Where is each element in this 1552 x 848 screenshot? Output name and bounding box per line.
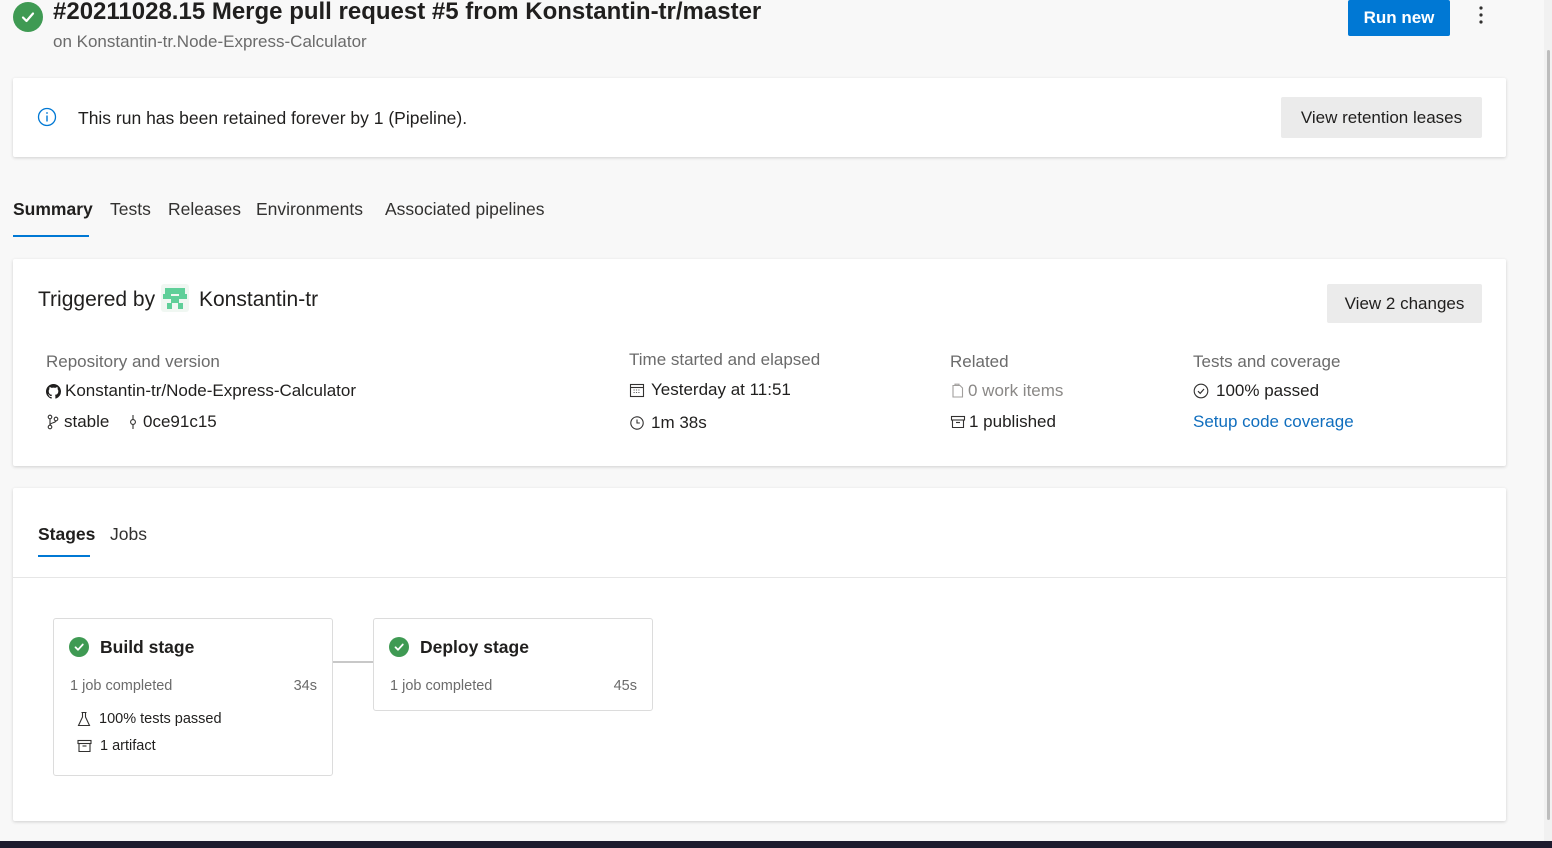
deploy-stage-name: Deploy stage bbox=[420, 637, 529, 657]
build-stage-artifacts[interactable]: 1 artifact bbox=[77, 738, 156, 754]
commit-hash: 0ce91c15 bbox=[143, 412, 217, 431]
view-retention-leases-button[interactable]: View retention leases bbox=[1281, 97, 1482, 138]
commit-info[interactable]: 0ce91c15 bbox=[127, 412, 217, 432]
run-status-success-icon bbox=[13, 2, 43, 32]
tab-jobs[interactable]: Jobs bbox=[110, 524, 147, 545]
work-item-icon bbox=[950, 383, 965, 399]
summary-card: Triggered by Konstantin-tr View 2 change… bbox=[13, 259, 1506, 466]
run-new-button[interactable]: Run new bbox=[1348, 0, 1450, 36]
time-label: Time started and elapsed bbox=[629, 350, 821, 369]
tests-passed[interactable]: 100% passed bbox=[1193, 381, 1319, 401]
tab-tests[interactable]: Tests bbox=[110, 199, 151, 220]
setup-code-coverage-link[interactable]: Setup code coverage bbox=[1193, 412, 1354, 432]
time-elapsed-value: 1m 38s bbox=[651, 413, 707, 432]
deploy-stage-jobs: 1 job completed bbox=[390, 678, 493, 694]
tests-coverage-label: Tests and coverage bbox=[1193, 352, 1341, 371]
triggered-by-label: Triggered by bbox=[38, 288, 156, 311]
view-changes-label: View 2 changes bbox=[1344, 293, 1465, 313]
tab-associated-pipelines[interactable]: Associated pipelines bbox=[385, 199, 545, 220]
calendar-icon bbox=[629, 382, 645, 398]
view-retention-leases-label: View retention leases bbox=[1300, 107, 1463, 127]
user-avatar[interactable] bbox=[161, 284, 189, 312]
time-elapsed: 1m 38s bbox=[629, 413, 707, 433]
vertical-scrollbar[interactable] bbox=[1544, 0, 1552, 848]
check-circle-icon bbox=[1193, 383, 1209, 399]
view-changes-button[interactable]: View 2 changes bbox=[1327, 284, 1482, 323]
page-title: #20211028.15 Merge pull request #5 from … bbox=[53, 0, 762, 25]
artifact-icon bbox=[950, 414, 966, 430]
tests-passed-value: 100% passed bbox=[1216, 381, 1320, 400]
tab-summary-underline bbox=[13, 235, 89, 237]
retention-banner: This run has been retained forever by 1 … bbox=[13, 78, 1506, 157]
repository-link[interactable]: Konstantin-tr/Node-Express-Calculator bbox=[46, 381, 356, 401]
commit-icon bbox=[127, 414, 139, 430]
deploy-stage-duration: 45s bbox=[613, 678, 637, 694]
published-value: 1 published bbox=[969, 412, 1056, 431]
repository-name: Konstantin-tr/Node-Express-Calculator bbox=[65, 381, 357, 400]
retention-text: This run has been retained forever by 1 … bbox=[78, 108, 468, 128]
time-started: Yesterday at 11:51 bbox=[629, 380, 791, 400]
tab-stages[interactable]: Stages bbox=[38, 524, 95, 545]
scrollbar-thumb[interactable] bbox=[1547, 50, 1550, 820]
artifact-icon bbox=[77, 739, 92, 753]
tab-stages-underline bbox=[38, 555, 90, 557]
bottom-taskbar-strip bbox=[0, 841, 1552, 848]
build-stage-tests-value: 100% tests passed bbox=[99, 711, 222, 727]
build-stage-artifacts-value: 1 artifact bbox=[100, 738, 156, 754]
stage-connector bbox=[333, 661, 373, 663]
build-stage-card[interactable]: Build stage 1 job completed 34s 100% tes… bbox=[53, 618, 333, 776]
flask-icon bbox=[77, 711, 91, 727]
deploy-stage-success-icon bbox=[389, 637, 409, 657]
work-items-value: 0 work items bbox=[968, 381, 1064, 400]
build-stage-success-icon bbox=[69, 637, 89, 657]
branch-name: stable bbox=[64, 412, 110, 431]
build-stage-name: Build stage bbox=[100, 637, 195, 657]
pipeline-subtitle[interactable]: on Konstantin-tr.Node-Express-Calculator bbox=[53, 32, 367, 52]
info-icon bbox=[37, 107, 57, 127]
clock-icon bbox=[629, 415, 645, 431]
tab-environments[interactable]: Environments bbox=[256, 199, 363, 220]
run-new-label: Run new bbox=[1363, 8, 1435, 27]
time-started-value: Yesterday at 11:51 bbox=[651, 380, 791, 399]
published-artifacts[interactable]: 1 published bbox=[950, 412, 1056, 432]
build-stage-jobs: 1 job completed bbox=[70, 678, 173, 694]
tab-summary[interactable]: Summary bbox=[13, 199, 93, 220]
related-label: Related bbox=[950, 352, 1009, 371]
stages-divider bbox=[13, 577, 1506, 578]
branch-info[interactable]: stable bbox=[46, 412, 109, 432]
deploy-stage-card[interactable]: Deploy stage 1 job completed 45s bbox=[373, 618, 653, 711]
stages-card: Stages Jobs Build stage 1 job completed … bbox=[13, 488, 1506, 821]
work-items: 0 work items bbox=[950, 381, 1063, 401]
build-stage-tests[interactable]: 100% tests passed bbox=[77, 711, 222, 727]
tab-releases[interactable]: Releases bbox=[168, 199, 241, 220]
more-actions-icon[interactable] bbox=[1472, 4, 1490, 28]
triggered-by-user[interactable]: Konstantin-tr bbox=[199, 288, 318, 312]
repository-label: Repository and version bbox=[46, 352, 220, 371]
build-stage-duration: 34s bbox=[293, 678, 317, 694]
github-icon bbox=[46, 383, 61, 399]
branch-icon bbox=[46, 414, 60, 430]
